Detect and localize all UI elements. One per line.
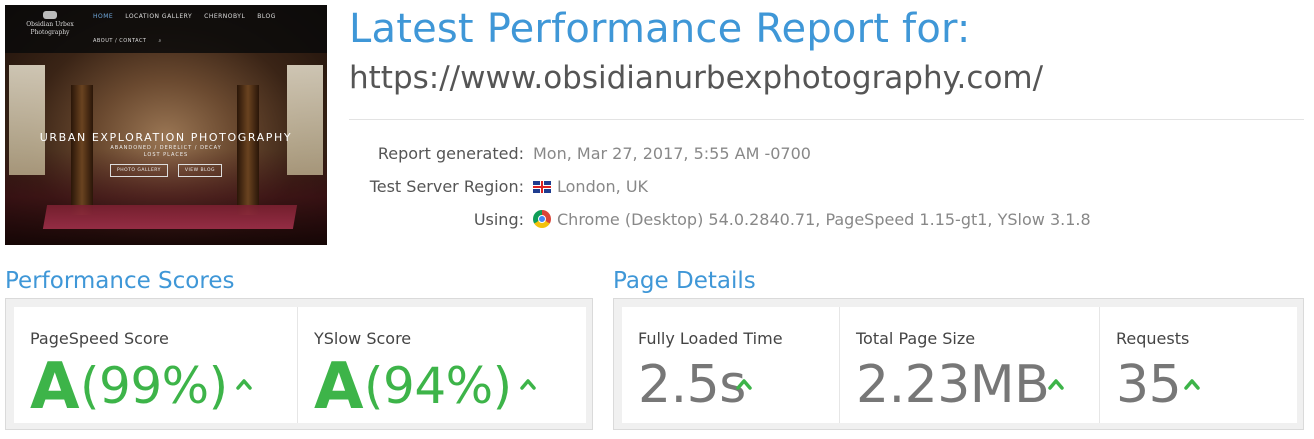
meta-label: Test Server Region: xyxy=(369,177,524,196)
meta-value: Mon, Mar 27, 2017, 5:55 AM -0700 xyxy=(533,144,811,163)
meta-value: London, UK xyxy=(557,177,649,196)
thumbnail-hero-subtitle: LOST PLACES xyxy=(143,152,189,158)
uk-flag-icon xyxy=(533,181,551,193)
meta-value: Chrome (Desktop) 54.0.2840.71, PageSpeed… xyxy=(557,210,1091,229)
window-decor xyxy=(287,65,323,175)
chrome-icon xyxy=(533,210,551,228)
yslow-score-card[interactable]: YSlow Score A (94%) xyxy=(298,307,586,424)
meta-label: Report generated: xyxy=(377,144,524,163)
yslow-percent: (94%) xyxy=(364,357,512,415)
performance-scores-panel: PageSpeed Score A (99%) YSlow Score A (9… xyxy=(5,298,593,430)
page-details-title: Page Details xyxy=(613,268,756,294)
fully-loaded-time-value: 2.5s xyxy=(638,355,746,415)
meta-value-wrap: London, UK xyxy=(533,177,648,196)
total-page-size-value: 2.23MB xyxy=(856,355,1050,415)
window-decor xyxy=(9,65,45,175)
requests-card[interactable]: Requests 35 xyxy=(1100,307,1297,423)
meta-generated: Report generated: Mon, Mar 27, 2017, 5:5… xyxy=(349,144,1304,170)
thumbnail-nav-item: LOCATION GALLERY xyxy=(125,13,193,20)
meta-using: Using: Chrome (Desktop) 54.0.2840.71, Pa… xyxy=(349,210,1304,236)
thumbnail-nav-item: CHERNOBYL xyxy=(204,13,246,20)
thumbnail-buttons: PHOTO GALLERY VIEW BLOG xyxy=(5,164,327,177)
divider xyxy=(349,119,1304,120)
site-thumbnail: Obsidian Urbex Photography HOME LOCATION… xyxy=(5,5,327,245)
meta-region: Test Server Region: London, UK xyxy=(349,177,1304,203)
report-url[interactable]: https://www.obsidianurbexphotography.com… xyxy=(349,60,1043,96)
thumbnail-navbar: Obsidian Urbex Photography HOME LOCATION… xyxy=(5,5,327,53)
thumbnail-nav-row2: ABOUT / CONTACT ⌕ xyxy=(93,38,162,44)
thumbnail-nav-item: BLOG xyxy=(257,13,276,20)
pagespeed-percent: (99%) xyxy=(80,357,228,415)
performance-scores-title: Performance Scores xyxy=(5,268,235,294)
carpet-decor xyxy=(42,205,298,229)
thumbnail-button: VIEW BLOG xyxy=(177,164,222,177)
search-icon: ⌕ xyxy=(158,38,162,44)
page-details-panel: Fully Loaded Time 2.5s Total Page Size 2… xyxy=(613,298,1304,430)
pagespeed-score-card[interactable]: PageSpeed Score A (99%) xyxy=(14,307,298,424)
fully-loaded-time-label: Fully Loaded Time xyxy=(638,329,783,348)
thumbnail-logo: Obsidian Urbex Photography xyxy=(19,11,81,36)
fully-loaded-time-card[interactable]: Fully Loaded Time 2.5s xyxy=(622,307,840,423)
arrow-up-icon xyxy=(236,379,252,390)
pagespeed-score-label: PageSpeed Score xyxy=(30,329,169,348)
arrow-up-icon xyxy=(1048,379,1064,390)
arrow-up-icon xyxy=(1184,379,1200,390)
requests-value: 35 xyxy=(1116,355,1182,415)
yslow-grade: A xyxy=(314,350,364,424)
thumbnail-hero-subtitle: ABANDONED / DERELICT / DECAY xyxy=(110,145,222,151)
yslow-score-label: YSlow Score xyxy=(314,329,412,348)
thumbnail-nav-item: ABOUT / CONTACT xyxy=(93,38,147,44)
total-page-size-label: Total Page Size xyxy=(856,329,976,348)
report-title: Latest Performance Report for: xyxy=(349,6,971,52)
arrow-up-icon xyxy=(520,379,536,390)
requests-label: Requests xyxy=(1116,329,1190,348)
total-page-size-card[interactable]: Total Page Size 2.23MB xyxy=(840,307,1100,423)
meta-label: Using: xyxy=(473,210,524,229)
pagespeed-grade: A xyxy=(30,350,80,424)
meta-value-wrap: Chrome (Desktop) 54.0.2840.71, PageSpeed… xyxy=(533,210,1091,229)
thumbnail-nav: HOME LOCATION GALLERY CHERNOBYL BLOG xyxy=(93,13,276,20)
thumbnail-nav-item: HOME xyxy=(93,13,114,20)
arrow-up-icon xyxy=(736,379,752,390)
thumbnail-button: PHOTO GALLERY xyxy=(110,164,168,177)
thumbnail-hero-title: URBAN EXPLORATION PHOTOGRAPHY xyxy=(39,131,293,144)
